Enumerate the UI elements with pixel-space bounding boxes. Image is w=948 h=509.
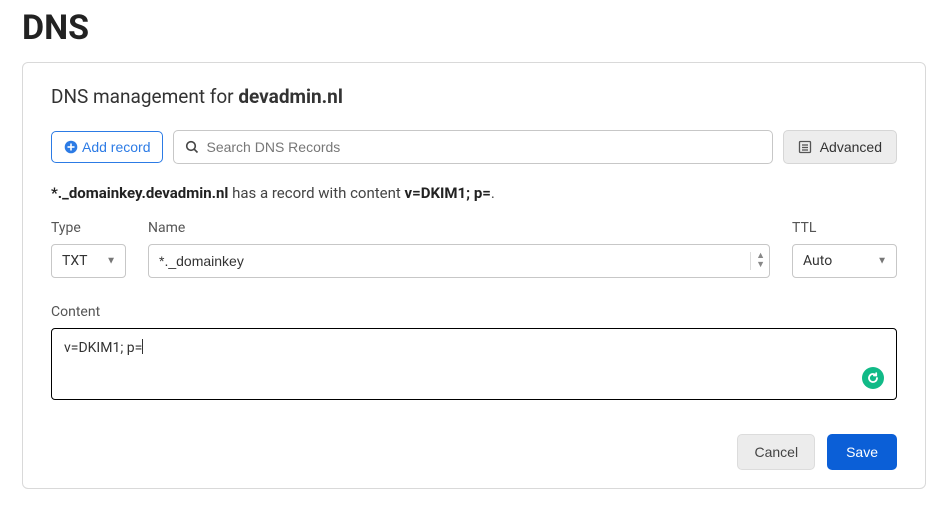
record-host: *._domainkey.devadmin.nl <box>51 184 228 202</box>
record-description: *._domainkey.devadmin.nl has a record wi… <box>51 184 897 202</box>
field-name: Name ▲ ▼ <box>148 220 770 278</box>
name-label: Name <box>148 220 770 236</box>
field-content: Content v=DKIM1; p= <box>51 304 897 400</box>
action-bar: Cancel Save <box>51 434 897 470</box>
page-title: DNS <box>22 8 926 48</box>
record-mid: has a record with content <box>228 184 404 202</box>
content-value: v=DKIM1; p= <box>64 340 142 356</box>
type-value: TXT <box>62 253 87 269</box>
content-textarea[interactable]: v=DKIM1; p= <box>51 328 897 400</box>
dns-panel: DNS management for devadmin.nl Add recor… <box>22 62 926 489</box>
panel-heading-prefix: DNS management for <box>51 85 238 108</box>
search-icon <box>185 140 199 154</box>
type-select[interactable]: TXT ▼ <box>51 244 126 278</box>
advanced-button[interactable]: Advanced <box>783 130 897 164</box>
save-button[interactable]: Save <box>827 434 897 470</box>
text-cursor <box>142 339 143 354</box>
ttl-select[interactable]: Auto ▼ <box>792 244 897 278</box>
search-field <box>173 130 772 164</box>
search-input[interactable] <box>173 130 772 164</box>
grammarly-icon[interactable] <box>862 367 884 389</box>
plus-circle-icon <box>64 140 78 154</box>
chevron-down-icon: ▼ <box>106 256 116 267</box>
type-label: Type <box>51 220 126 236</box>
cancel-button[interactable]: Cancel <box>737 434 815 470</box>
add-record-button[interactable]: Add record <box>51 131 163 164</box>
stepper-control[interactable]: ▲ ▼ <box>750 252 767 270</box>
toolbar: Add record Advanced <box>51 130 897 164</box>
ttl-label: TTL <box>792 220 897 236</box>
name-input[interactable] <box>148 244 770 278</box>
advanced-label: Advanced <box>820 139 882 155</box>
field-type: Type TXT ▼ <box>51 220 126 278</box>
panel-heading: DNS management for devadmin.nl <box>51 85 897 108</box>
field-ttl: TTL Auto ▼ <box>792 220 897 278</box>
panel-heading-domain: devadmin.nl <box>238 85 343 108</box>
record-content: v=DKIM1; p= <box>405 184 491 202</box>
chevron-down-icon: ▼ <box>877 256 887 267</box>
stepper-down-icon[interactable]: ▼ <box>754 261 767 270</box>
list-icon <box>798 140 812 154</box>
record-trailing: . <box>491 184 495 202</box>
record-form-row: Type TXT ▼ Name ▲ ▼ TTL Auto ▼ <box>51 220 897 278</box>
content-label: Content <box>51 304 897 320</box>
ttl-value: Auto <box>803 253 832 269</box>
add-record-label: Add record <box>82 139 150 156</box>
